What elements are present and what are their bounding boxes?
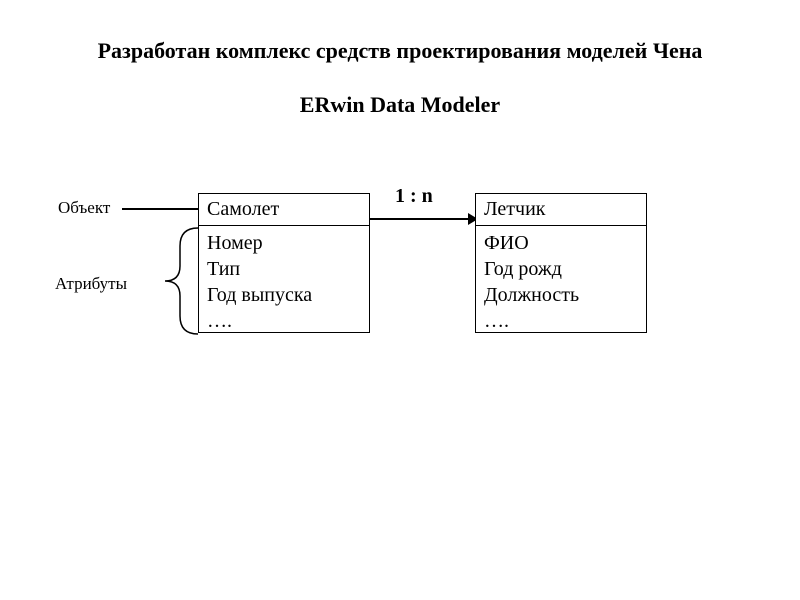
relation-arrow-line bbox=[370, 218, 475, 220]
entity-pilot-name: Летчик bbox=[476, 194, 646, 226]
label-object: Объект bbox=[58, 198, 110, 218]
relation-cardinality: 1 : n bbox=[395, 185, 433, 208]
attr-row: …. bbox=[207, 308, 361, 334]
label-attributes: Атрибуты bbox=[55, 274, 127, 294]
page-title: Разработан комплекс средств проектирован… bbox=[0, 38, 800, 64]
brace-icon bbox=[140, 226, 200, 336]
attr-row: …. bbox=[484, 308, 638, 334]
entity-pilot-attrs: ФИО Год рожд Должность …. bbox=[476, 226, 646, 338]
attr-row: Год выпуска bbox=[207, 282, 361, 308]
attr-row: ФИО bbox=[484, 230, 638, 256]
entity-airplane: Самолет Номер Тип Год выпуска …. bbox=[198, 193, 370, 333]
attr-row: Год рожд bbox=[484, 256, 638, 282]
entity-pilot: Летчик ФИО Год рожд Должность …. bbox=[475, 193, 647, 333]
object-pointer-line bbox=[122, 208, 198, 210]
entity-airplane-name: Самолет bbox=[199, 194, 369, 226]
entity-airplane-attrs: Номер Тип Год выпуска …. bbox=[199, 226, 369, 338]
attr-row: Номер bbox=[207, 230, 361, 256]
page-subtitle: ERwin Data Modeler bbox=[0, 92, 800, 118]
attr-row: Тип bbox=[207, 256, 361, 282]
attr-row: Должность bbox=[484, 282, 638, 308]
